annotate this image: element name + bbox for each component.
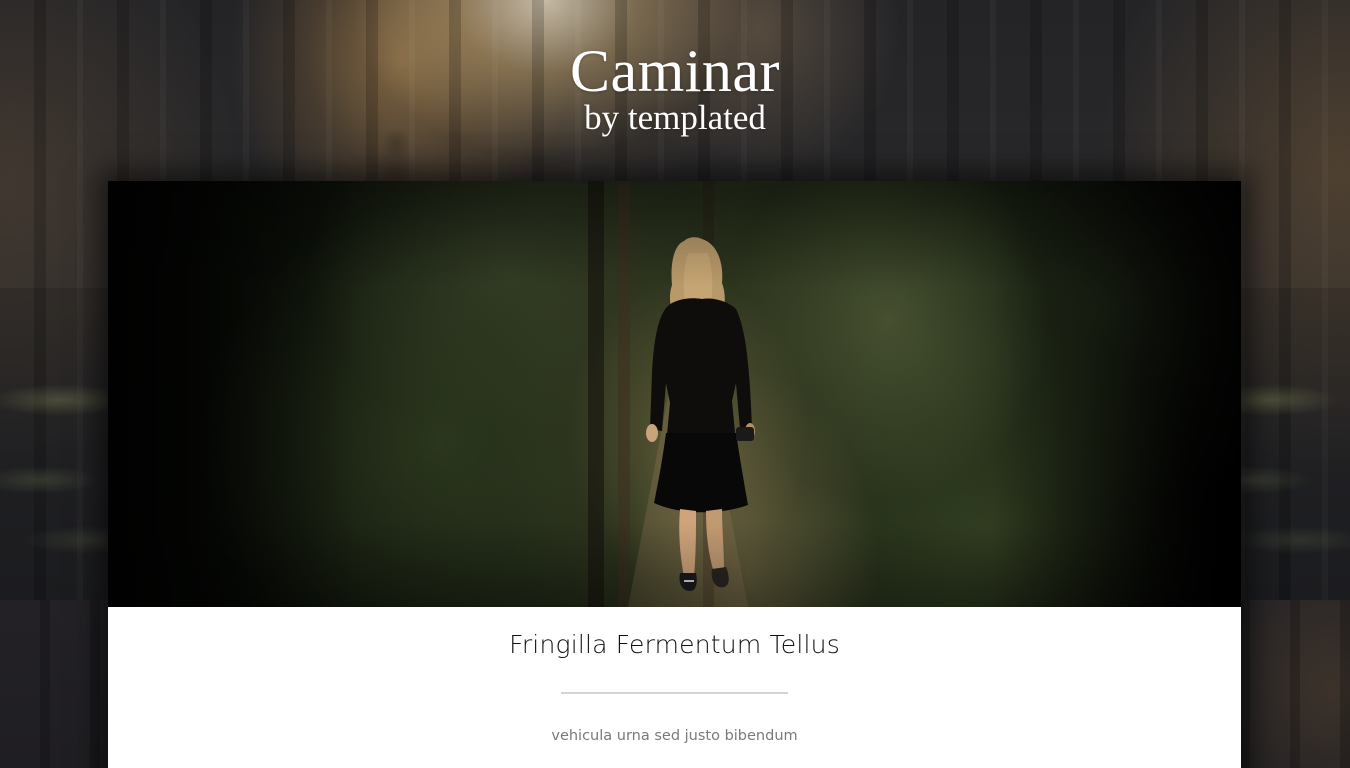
post-image[interactable] <box>108 181 1241 607</box>
post-title[interactable]: Fringilla Fermentum Tellus <box>108 607 1241 661</box>
post-card: Fringilla Fermentum Tellus vehicula urna… <box>108 181 1241 768</box>
title-divider <box>561 692 788 694</box>
image-vignette <box>108 181 1241 607</box>
site-subtitle: by templated <box>584 98 766 137</box>
post-excerpt: vehicula urna sed justo bibendum <box>551 728 798 744</box>
post-content: Fringilla Fermentum Tellus vehicula urna… <box>108 607 1241 745</box>
site-header: Caminar by templated <box>0 38 1350 136</box>
site-title[interactable]: Caminar <box>0 38 1350 104</box>
page: Caminar by templated Fringilla Fermentum… <box>0 0 1350 768</box>
